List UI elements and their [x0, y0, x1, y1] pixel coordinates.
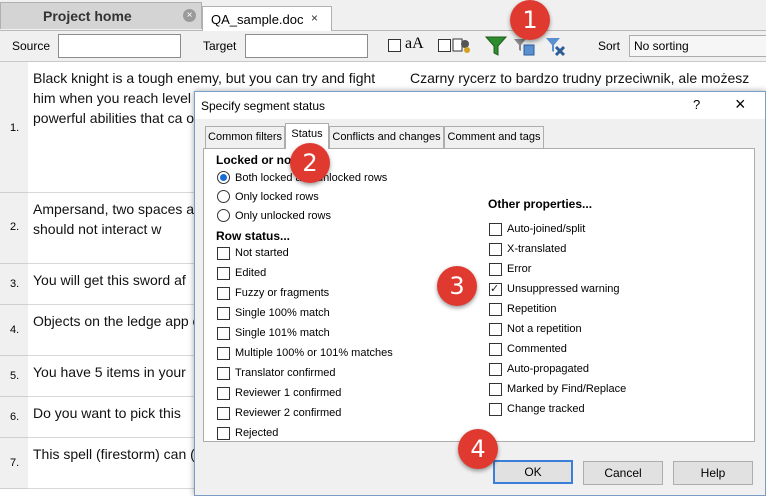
tab-label: QA_sample.doc: [211, 12, 304, 27]
checkbox-label: Not started: [235, 247, 289, 259]
tab-common-filters[interactable]: Common filters: [205, 126, 285, 148]
help-button[interactable]: Help: [673, 461, 753, 485]
document-tab-bar: Project home × QA_sample.doc ×: [0, 0, 766, 32]
row-number-cell: 7.: [0, 438, 29, 489]
checkbox-not-a-repetition[interactable]: [489, 323, 502, 336]
checkbox-single-100[interactable]: [217, 307, 230, 320]
status-tab-panel: Locked or not Both locked and unlocked r…: [203, 148, 755, 442]
checkbox-commented[interactable]: [489, 343, 502, 356]
checkbox-translator-confirmed[interactable]: [217, 367, 230, 380]
checkbox-label: Change tracked: [507, 403, 585, 415]
radio-label: Only locked rows: [235, 191, 319, 203]
row-number-cell: 5.: [0, 356, 29, 397]
case-sensitive-checkbox[interactable]: [388, 39, 401, 52]
checkbox-unsuppressed-warning[interactable]: [489, 282, 502, 296]
help-question-icon[interactable]: ?: [693, 97, 700, 112]
filter-funnel-icon[interactable]: [485, 35, 507, 57]
checkbox-label: Repetition: [507, 303, 557, 315]
close-tab-icon[interactable]: ×: [183, 9, 196, 22]
checkbox-label: Reviewer 2 confirmed: [235, 407, 342, 419]
checkbox-label: Single 101% match: [235, 327, 330, 339]
checkbox-repetition[interactable]: [489, 303, 502, 316]
row-number-cell: 2.: [0, 193, 29, 264]
checkbox-x-translated[interactable]: [489, 243, 502, 256]
checkbox-rejected[interactable]: [217, 427, 230, 440]
radio-label: Only unlocked rows: [235, 210, 331, 222]
callout-badge-2: 2: [290, 143, 330, 183]
callout-badge-4: 4: [458, 429, 498, 469]
row-status-heading: Row status...: [216, 229, 291, 243]
checkbox-label: Auto-propagated: [507, 363, 589, 375]
checkbox-edited[interactable]: [217, 267, 230, 280]
checkbox-label: Not a repetition: [507, 323, 582, 335]
target-label: Target: [203, 39, 237, 53]
checkbox-not-started[interactable]: [217, 247, 230, 260]
checkbox-label: Unsuppressed warning: [507, 283, 620, 295]
checkbox-auto-joined-split[interactable]: [489, 223, 502, 236]
row-number-cell: 3.: [0, 264, 29, 305]
tab-project-home[interactable]: Project home ×: [0, 2, 202, 29]
row-number-cell: 6.: [0, 397, 29, 438]
checkbox-error[interactable]: [489, 263, 502, 276]
checkbox-label: Reviewer 1 confirmed: [235, 387, 342, 399]
checkbox-label: Single 100% match: [235, 307, 330, 319]
checkbox-label: Error: [507, 263, 532, 275]
close-tab-icon[interactable]: ×: [311, 11, 318, 25]
checkbox-marked-by-find-replace[interactable]: [489, 383, 502, 396]
checkbox-label: Translator confirmed: [235, 367, 336, 379]
sort-value: No sorting: [634, 39, 689, 53]
tab-comment-and-tags[interactable]: Comment and tags: [444, 126, 544, 148]
target-filter-input[interactable]: [245, 34, 368, 58]
checkbox-multiple-matches[interactable]: [217, 347, 230, 360]
checkbox-label: Auto-joined/split: [507, 223, 586, 235]
checkbox-label: Rejected: [235, 427, 279, 439]
source-filter-input[interactable]: [58, 34, 181, 58]
case-sensitive-icon: aA: [405, 35, 424, 52]
checkbox-auto-propagated[interactable]: [489, 363, 502, 376]
checkbox-reviewer2-confirmed[interactable]: [217, 407, 230, 420]
callout-badge-1: 1: [510, 0, 550, 40]
tab-label: Project home: [43, 8, 132, 24]
tags-checkbox[interactable]: [438, 39, 451, 52]
checkbox-label: Marked by Find/Replace: [507, 383, 627, 395]
other-properties-heading: Other properties...: [488, 197, 593, 211]
target-segment[interactable]: Czarny rycerz to bardzo trudny przeciwni…: [410, 68, 766, 88]
tab-qa-sample-doc[interactable]: QA_sample.doc ×: [202, 6, 332, 32]
radio-only-unlocked[interactable]: [217, 209, 230, 222]
checkbox-label: Fuzzy or fragments: [235, 287, 330, 299]
dialog-title-bar[interactable]: Specify segment status ? ×: [195, 92, 765, 119]
ok-button[interactable]: OK: [493, 460, 573, 484]
checkbox-label: Edited: [235, 267, 267, 279]
checkbox-label: X-translated: [507, 243, 567, 255]
radio-only-locked[interactable]: [217, 190, 230, 203]
filter-toolbar: Source Target aA Sort No sorting: [0, 31, 766, 62]
source-label: Source: [12, 39, 51, 53]
cancel-button[interactable]: Cancel: [583, 461, 663, 485]
dialog-title: Specify segment status: [201, 99, 326, 113]
sort-label: Sort: [598, 39, 621, 53]
tag-binoculars-icon[interactable]: [452, 36, 472, 56]
radio-both-locked-unlocked[interactable]: [217, 171, 230, 184]
checkbox-change-tracked[interactable]: [489, 403, 502, 416]
locked-heading: Locked or not: [216, 153, 296, 167]
checkbox-fuzzy[interactable]: [217, 287, 230, 300]
row-number-cell: 4.: [0, 305, 29, 356]
clear-filter-icon[interactable]: [544, 35, 566, 57]
callout-badge-3: 3: [437, 266, 477, 306]
checkbox-label: Commented: [507, 343, 567, 355]
close-dialog-icon[interactable]: ×: [735, 94, 746, 115]
checkbox-label: Multiple 100% or 101% matches: [235, 347, 393, 359]
checkbox-reviewer1-confirmed[interactable]: [217, 387, 230, 400]
checkbox-single-101[interactable]: [217, 327, 230, 340]
sort-dropdown[interactable]: No sorting: [629, 35, 766, 57]
tab-conflicts-and-changes[interactable]: Conflicts and changes: [329, 126, 444, 148]
row-number-cell: 1.: [0, 62, 29, 193]
